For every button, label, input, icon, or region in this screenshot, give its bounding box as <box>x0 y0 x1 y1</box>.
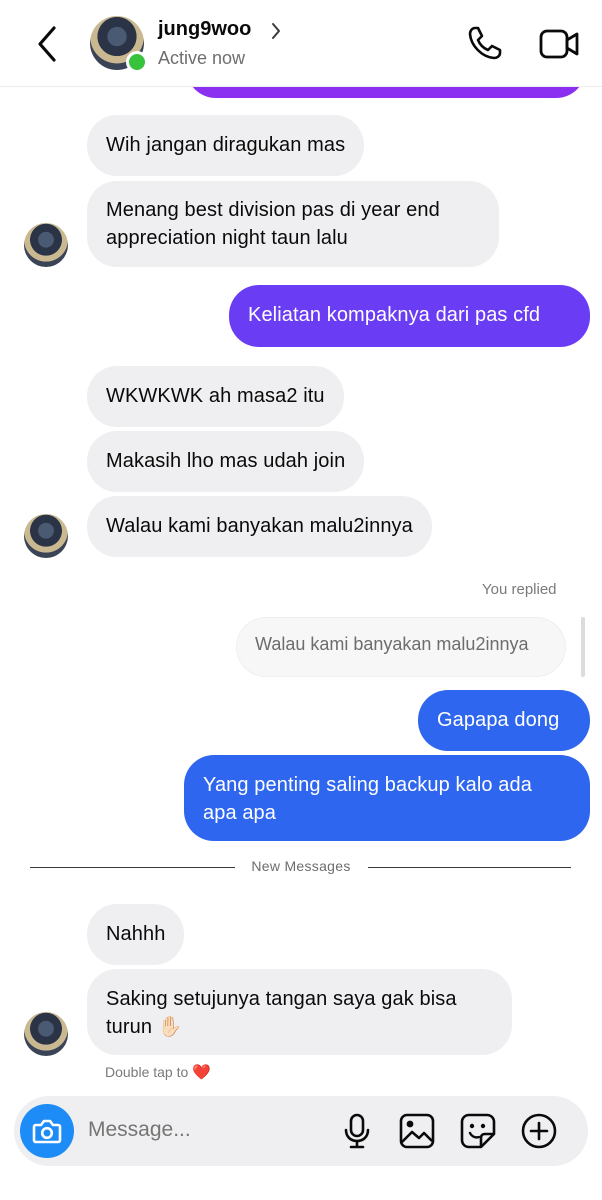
microphone-icon <box>344 1113 370 1149</box>
heart-icon: ❤️ <box>192 1064 211 1081</box>
video-call-button[interactable] <box>538 26 580 62</box>
you-replied-label: You replied <box>482 581 557 598</box>
phone-icon <box>468 26 502 60</box>
replied-quote[interactable]: Walau kami banyakan malu2innya <box>236 617 566 677</box>
new-messages-divider: New Messages <box>0 858 602 874</box>
received-message[interactable]: WKWKWK ah masa2 itu <box>87 366 344 427</box>
message-input[interactable] <box>88 1118 318 1142</box>
sender-avatar[interactable] <box>24 514 68 558</box>
audio-call-button[interactable] <box>466 24 504 62</box>
back-arrow-icon <box>38 26 56 62</box>
received-message[interactable]: Wih jangan diragukan mas <box>87 115 365 176</box>
received-message[interactable]: Nahhh <box>87 904 185 965</box>
sticker-icon <box>460 1113 496 1149</box>
sent-message[interactable]: Keliatan kompaknya dari pas cfd <box>229 285 590 347</box>
chat-username[interactable]: jung9woo <box>158 18 251 41</box>
double-tap-label: Double tap to <box>105 1064 189 1080</box>
sent-message[interactable]: Gapapa dong <box>418 690 590 751</box>
sent-message[interactable]: Yang penting saling backup kalo ada apa … <box>184 755 590 841</box>
received-message[interactable]: Saking setujunya tangan saya gak bisa tu… <box>87 969 512 1055</box>
camera-icon <box>32 1119 62 1144</box>
gallery-button[interactable] <box>398 1112 436 1150</box>
voice-message-button[interactable] <box>338 1112 376 1150</box>
plus-circle-icon <box>521 1113 557 1149</box>
image-icon <box>399 1113 435 1149</box>
raised-hand-emoji: ✋🏻 <box>157 1016 183 1038</box>
online-indicator <box>126 51 148 73</box>
camera-button[interactable] <box>20 1104 74 1158</box>
sender-avatar[interactable] <box>24 223 68 267</box>
received-message[interactable]: Menang best division pas di year end app… <box>87 181 499 267</box>
back-button[interactable] <box>30 24 66 64</box>
chat-header: jung9woo Active now <box>0 0 602 87</box>
video-camera-icon <box>539 29 579 59</box>
new-messages-label: New Messages <box>237 858 365 874</box>
message-composer <box>14 1096 588 1166</box>
received-message[interactable]: Walau kami banyakan malu2innya <box>87 496 432 557</box>
received-message[interactable]: Makasih lho mas udah join <box>87 431 365 492</box>
active-status: Active now <box>158 48 246 68</box>
chevron-right-icon[interactable] <box>270 22 282 40</box>
sender-avatar[interactable] <box>24 1012 68 1056</box>
reply-indicator-bar <box>581 617 585 677</box>
sticker-button[interactable] <box>459 1112 497 1150</box>
more-options-button[interactable] <box>520 1112 558 1150</box>
double-tap-hint: Double tap to ❤️ <box>105 1063 211 1081</box>
